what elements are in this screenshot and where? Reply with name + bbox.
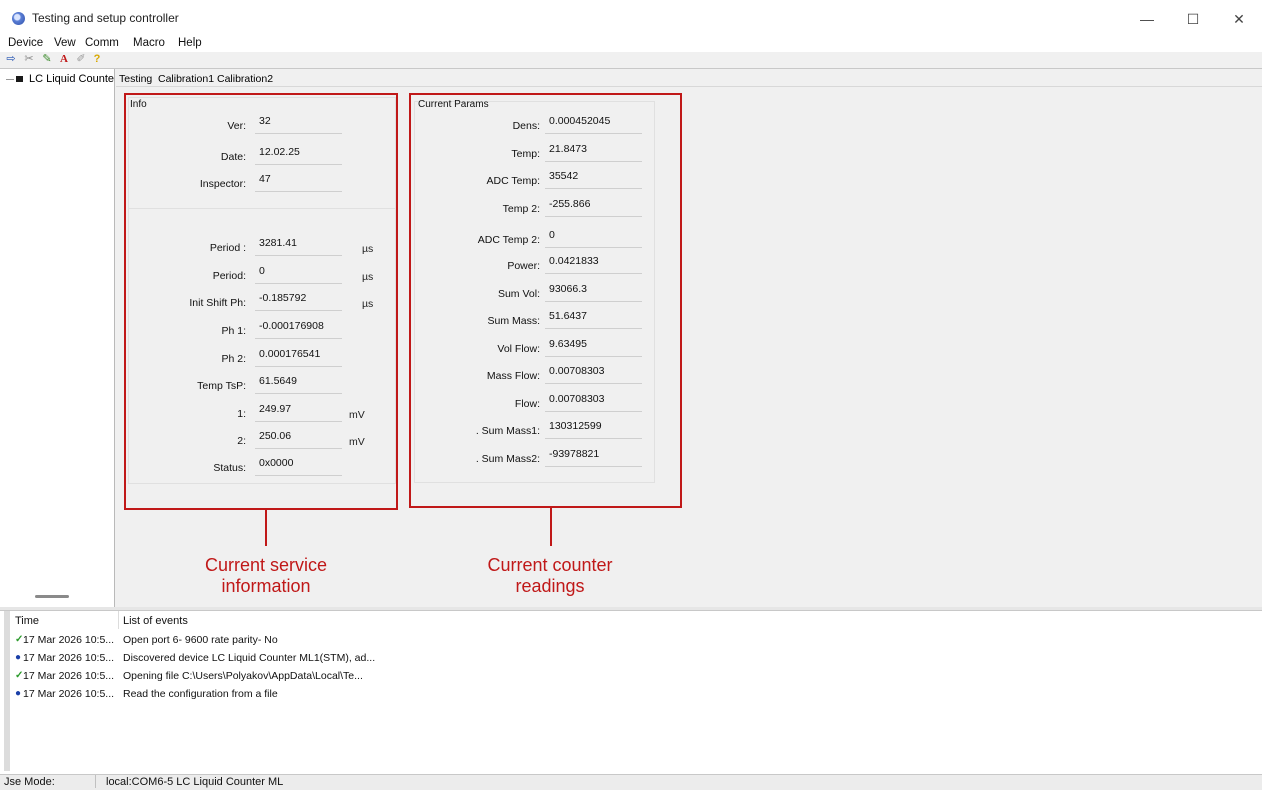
tree-connector [6,79,14,80]
service-info-caption-line1: Current service [204,555,328,575]
pen-icon[interactable]: ✐ [74,53,88,66]
log-row-event[interactable]: Open port 6- 9600 rate parity- No [123,634,278,646]
menu-help[interactable]: Help [178,37,202,49]
close-button[interactable]: ✕ [1216,6,1262,32]
log-row-time[interactable]: 17 Mar 2026 10:5... [23,670,114,682]
status-divider [95,775,96,788]
log-column-time[interactable]: Time [15,615,39,627]
menu-device[interactable]: Device [8,37,43,49]
log-row-event[interactable]: Discovered device LC Liquid Counter ML1(… [123,652,375,664]
maximize-button[interactable]: ☐ [1170,6,1216,32]
tab-separator [116,86,1262,87]
log-column-divider [118,611,119,629]
log-row-time[interactable]: 17 Mar 2026 10:5... [23,634,114,646]
log-row-event[interactable]: Opening file C:\Users\Polyakov\AppData\L… [123,670,363,682]
font-icon[interactable]: A [57,53,71,66]
scan-icon[interactable]: ✎ [40,53,54,66]
app-icon [12,12,25,25]
menu-macro[interactable]: Macro [133,37,165,49]
minimize-button[interactable]: — [1124,6,1170,32]
device-icon [16,76,23,82]
service-info-highlight [124,93,398,510]
menu-comm[interactable]: Comm [85,37,119,49]
counter-readings-pointer [550,508,552,546]
device-tree [0,69,115,607]
log-row-event[interactable]: Read the configuration from a file [123,688,278,700]
help-icon[interactable]: ? [90,53,104,66]
counter-readings-caption-line2: readings [515,576,585,596]
info-icon: ● [15,652,22,663]
window-title: Testing and setup controller [32,11,179,25]
info-icon: ● [15,688,22,699]
log-row-time[interactable]: 17 Mar 2026 10:5... [23,688,114,700]
menu-view[interactable]: Vew [54,37,76,49]
status-connection: local:COM6-5 LC Liquid Counter ML [106,776,284,788]
counter-readings-caption-line1: Current counter [487,555,613,575]
tab-calibration2[interactable]: Calibration2 [217,73,273,85]
log-row-time[interactable]: 17 Mar 2026 10:5... [23,652,114,664]
status-mode: Jse Mode: [4,776,55,788]
tab-testing[interactable]: Testing [119,73,152,85]
tab-calibration1[interactable]: Calibration1 [158,73,214,85]
toolbar [0,52,1262,69]
service-info-caption-line2: information [221,576,311,596]
service-info-pointer [265,510,267,546]
connect-icon[interactable]: ⇨ [4,53,18,66]
title-bar [0,0,1262,36]
counter-readings-highlight [409,93,682,508]
event-log-side-tab[interactable] [4,611,10,771]
tree-item-lc-liquid-counter[interactable]: LC Liquid Counte [29,73,114,85]
disconnect-icon[interactable]: ✂ [22,53,36,66]
tree-scrollbar[interactable] [35,595,69,598]
log-column-events[interactable]: List of events [123,615,188,627]
